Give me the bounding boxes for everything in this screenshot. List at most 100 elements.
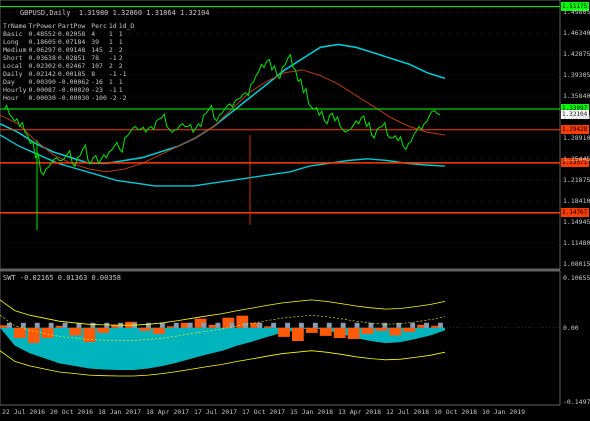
table-cell: 2 bbox=[108, 46, 113, 54]
table-cell: Basic bbox=[3, 30, 23, 38]
table-row: Local 0.02302 0.02467 107 2 2 bbox=[3, 62, 136, 70]
table-cell: 1 bbox=[118, 30, 123, 38]
swt-orange-bar bbox=[292, 327, 304, 341]
swt-steel-bar bbox=[257, 322, 263, 328]
y-tick-label: 1.42875 bbox=[563, 50, 590, 58]
table-cell: 2 bbox=[108, 62, 113, 70]
swt-orange-bar bbox=[278, 327, 290, 337]
swt-orange-bar bbox=[305, 327, 318, 333]
swt-orange-bar bbox=[13, 327, 26, 338]
sub-y-tick-label: 0.10655 bbox=[563, 274, 590, 282]
y-tick-label: 1.21875 bbox=[563, 176, 590, 184]
ohlc-values: 1.31980 1.32860 1.31864 1.32104 bbox=[78, 9, 210, 17]
table-cell: 1 bbox=[118, 78, 123, 86]
column-header: Perc bbox=[91, 22, 107, 30]
swt-steel-bar bbox=[299, 322, 304, 328]
y-tick-label: 1.14945 bbox=[563, 218, 590, 226]
table-cell: 0.00087 bbox=[28, 86, 56, 94]
table-cell: 0.18605 bbox=[28, 38, 56, 46]
column-header: 1d_D bbox=[118, 22, 135, 30]
table-cell: 1 bbox=[118, 86, 123, 94]
table-cell: 0.00185 bbox=[57, 70, 86, 78]
table-row: Basic 0.48552 0.02058 4 1 1 bbox=[3, 30, 136, 38]
table-cell: Medium bbox=[3, 46, 27, 54]
table-cell: -23 bbox=[91, 86, 103, 94]
swt-steel-bar bbox=[34, 322, 40, 328]
table-cell: 0.02467 bbox=[57, 62, 86, 70]
x-tick-label: 13 Apr 2018 bbox=[338, 408, 382, 416]
swt-steel-bar bbox=[173, 322, 179, 328]
x-tick-label: 18 Jan 2017 bbox=[98, 408, 142, 416]
swt-orange-bar bbox=[403, 327, 416, 332]
swt-steel-bar bbox=[285, 322, 290, 328]
swt-steel-bar bbox=[382, 322, 388, 328]
y-tick-label: 1.18410 bbox=[563, 197, 590, 205]
x-tick-label: 15 Jan 2018 bbox=[290, 408, 334, 416]
table-cell: Day bbox=[3, 78, 15, 86]
swt-orange-bar bbox=[139, 327, 151, 331]
swt-steel-bar bbox=[340, 322, 346, 328]
swt-steel-bar bbox=[215, 322, 221, 328]
y-tick-label: 1.46340 bbox=[563, 29, 590, 37]
swt-steel-bar bbox=[271, 322, 277, 328]
table-cell: 0.03638 bbox=[28, 54, 56, 62]
y-tick-label: 1.32104 bbox=[563, 113, 590, 121]
table-cell: 0.06297 bbox=[28, 46, 56, 54]
swt-orange-bar bbox=[41, 327, 54, 338]
swt-orange-bar bbox=[83, 327, 96, 342]
column-header: PartPow bbox=[57, 22, 86, 30]
swt-steel-bar bbox=[201, 322, 207, 328]
table-cell: -100 bbox=[91, 94, 107, 102]
table-cell: 78 bbox=[91, 54, 100, 62]
table-cell: 1 bbox=[108, 78, 113, 86]
y-tick-label: 1.08015 bbox=[563, 260, 590, 268]
table-cell: 0.02058 bbox=[57, 30, 86, 38]
table-cell: 0.48552 bbox=[28, 30, 56, 38]
table-cell: -1 bbox=[108, 70, 117, 78]
x-tick-label: 10 Jan 2019 bbox=[482, 408, 526, 416]
swt-steel-bar bbox=[187, 322, 193, 328]
table-row: Hour 0.00030 -0.00030 -100 -2 -2 bbox=[3, 94, 136, 102]
swt-label: SWT -0.02165 0.01363 0.00358 bbox=[3, 274, 122, 282]
table-cell: 0.00390 bbox=[28, 78, 56, 86]
table-cell: -1 bbox=[108, 54, 117, 62]
column-header: TrName bbox=[3, 22, 27, 30]
column-header: TrPower bbox=[28, 22, 56, 30]
swt-steel-bar bbox=[20, 322, 26, 328]
table-cell: 1 bbox=[108, 30, 113, 38]
x-tick-label: 12 Jul 2018 bbox=[386, 408, 430, 416]
trend-power-table: TrName TrPower PartPow Perc 1d 1d_D Basic 0.485… bbox=[3, 22, 136, 102]
swt-orange-bar bbox=[97, 327, 110, 333]
table-cell: -16 bbox=[91, 78, 103, 86]
table-cell: -1 bbox=[108, 86, 117, 94]
swt-steel-bar bbox=[410, 322, 416, 328]
symbol-label: GBPUSD,Daily bbox=[19, 9, 71, 17]
price-tag: 1.29428 bbox=[561, 125, 589, 135]
swt-steel-bar bbox=[326, 322, 332, 328]
table-cell: 107 bbox=[91, 62, 103, 70]
swt-orange-bar bbox=[153, 327, 165, 334]
swt-cyan-area bbox=[0, 327, 445, 370]
x-tick-label: 20 Oct 2016 bbox=[50, 408, 94, 416]
swt-steel-bar bbox=[90, 322, 96, 328]
swt-orange-bar bbox=[375, 327, 388, 331]
table-header-row: TrName TrPower PartPow Perc 1d 1d_D bbox=[3, 22, 136, 30]
table-row: Short 0.03638 0.02851 78 -1 2 bbox=[3, 54, 136, 62]
table-cell: Short bbox=[3, 54, 23, 62]
swt-steel-bar bbox=[146, 322, 151, 328]
sub-y-tick-label: 0.00 bbox=[563, 323, 579, 332]
cyan-ma2-line bbox=[0, 134, 446, 187]
table-cell: -0.00030 bbox=[57, 94, 90, 102]
table-cell: Hourly bbox=[3, 86, 27, 94]
table-cell: 0.00030 bbox=[28, 94, 56, 102]
y-tick-label: 1.11480 bbox=[563, 239, 590, 247]
price-tag: 1.14767 bbox=[561, 208, 589, 218]
y-tick-label: 1.28910 bbox=[563, 134, 590, 142]
table-cell: 1 bbox=[118, 38, 123, 46]
table-cell: 0.02851 bbox=[57, 54, 86, 62]
table-cell: 4 bbox=[91, 30, 96, 38]
x-tick-label: 17 Jul 2017 bbox=[194, 408, 238, 416]
table-cell: 39 bbox=[91, 38, 100, 46]
swt-steel-bar bbox=[159, 322, 165, 328]
chart-window: GBPUSD,Daily 1.31980 1.32860 1.31864 1.3… bbox=[0, 0, 590, 421]
